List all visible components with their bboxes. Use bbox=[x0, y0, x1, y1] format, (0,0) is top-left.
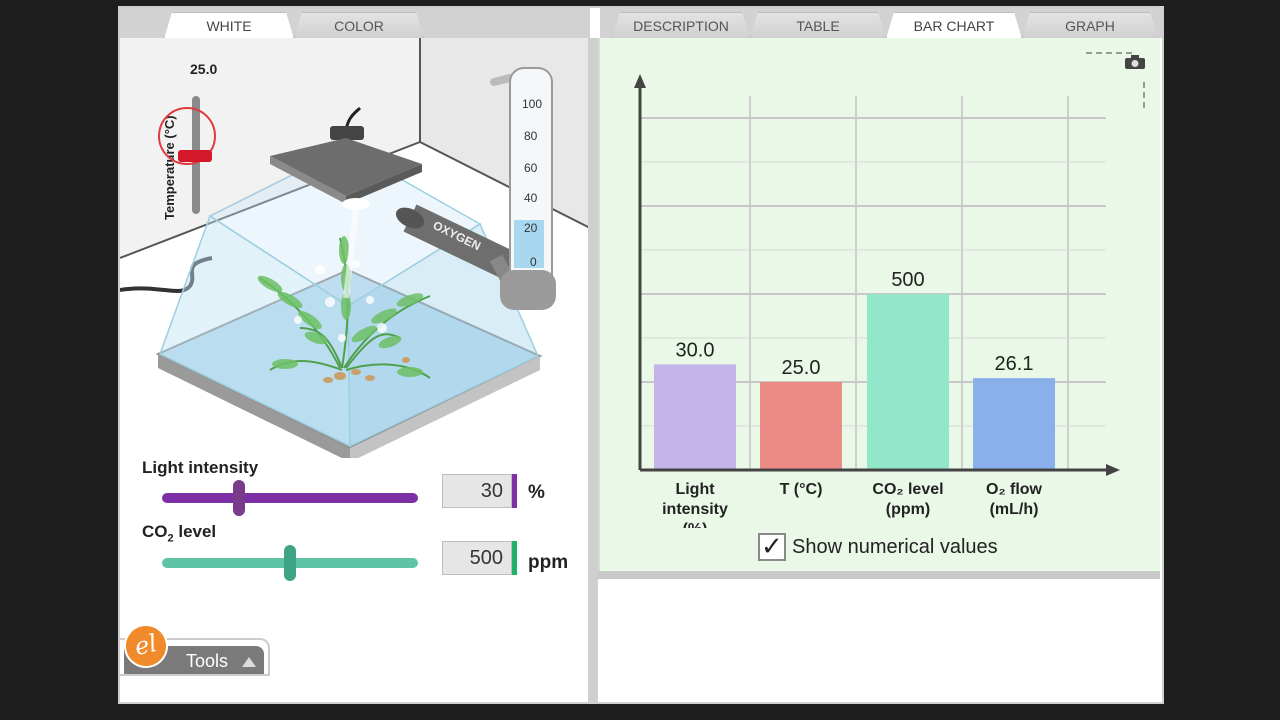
svg-text:20: 20 bbox=[524, 221, 538, 235]
temperature-thumb[interactable] bbox=[178, 150, 212, 162]
tab-white[interactable]: WHITE bbox=[164, 12, 294, 39]
light-intensity-value[interactable]: 30 bbox=[442, 474, 512, 508]
bar-chart-panel: 30.0 25.0 500 26.1 Light intensity (%) T (°C) C… bbox=[598, 38, 1160, 572]
category-label: Light bbox=[675, 481, 715, 498]
svg-text:0: 0 bbox=[530, 255, 537, 269]
simulation-scene: OXYGEN 100 80 60 40 20 0 25.0 Temperatur… bbox=[120, 38, 590, 458]
light-intensity-label: Light intensity bbox=[142, 458, 259, 477]
panel-shadow bbox=[598, 571, 1160, 579]
svg-text:40: 40 bbox=[524, 191, 538, 205]
co2-level-indicator bbox=[512, 541, 517, 575]
simulation-panel: OXYGEN 100 80 60 40 20 0 25.0 Temperatur… bbox=[120, 38, 590, 702]
co2-level-label: CO2 level bbox=[142, 522, 217, 545]
tab-color[interactable]: COLOR bbox=[294, 12, 424, 38]
caret-up-icon bbox=[242, 657, 256, 667]
category-label: (mL/h) bbox=[990, 501, 1039, 518]
category-label: T (°C) bbox=[780, 481, 823, 498]
svg-text:60: 60 bbox=[524, 161, 538, 175]
bar-chart: 30.0 25.0 500 26.1 Light intensity (%) T (°C) C… bbox=[634, 74, 1120, 528]
temperature-value: 25.0 bbox=[190, 61, 217, 77]
chart-value-labels: 30.0 25.0 500 26.1 bbox=[676, 269, 1034, 379]
chart-category-labels: Light intensity (%) T (°C) CO₂ level (ppm) O₂ … bbox=[662, 481, 1042, 528]
bar-value-label: 500 bbox=[891, 269, 924, 291]
light-intensity-thumb[interactable] bbox=[232, 480, 245, 516]
x-axis-arrow bbox=[1106, 464, 1120, 476]
category-label: CO₂ level bbox=[872, 481, 943, 498]
tools-label: Tools bbox=[186, 651, 229, 671]
check-icon: ✓ bbox=[761, 531, 783, 561]
bar-value-label: 26.1 bbox=[995, 353, 1034, 375]
tab-description[interactable]: DESCRIPTION bbox=[612, 12, 750, 38]
left-tab-bar: WHITE COLOR bbox=[120, 8, 590, 38]
co2-level-thumb[interactable] bbox=[284, 545, 296, 581]
category-label: intensity bbox=[662, 501, 728, 518]
category-label: (%) bbox=[683, 521, 708, 528]
category-label: O₂ flow bbox=[986, 481, 1043, 498]
panel-divider bbox=[588, 38, 598, 702]
y-axis-arrow bbox=[634, 74, 646, 88]
tab-table[interactable]: TABLE bbox=[750, 12, 886, 38]
right-tab-bar: DESCRIPTION TABLE BAR CHART GRAPH bbox=[600, 8, 1162, 39]
tab-graph[interactable]: GRAPH bbox=[1022, 12, 1158, 38]
checkbox-box[interactable]: ✓ bbox=[758, 531, 786, 561]
bar-value-label: 30.0 bbox=[676, 339, 715, 361]
bottom-empty-area bbox=[598, 579, 1160, 702]
bar bbox=[760, 382, 842, 470]
light-intensity-unit: % bbox=[528, 482, 545, 503]
svg-text:100: 100 bbox=[522, 97, 542, 111]
light-intensity-track[interactable] bbox=[162, 493, 418, 503]
show-values-label: Show numerical values bbox=[792, 535, 998, 558]
category-label: (ppm) bbox=[886, 501, 930, 518]
light-intensity-indicator bbox=[512, 474, 517, 508]
bar bbox=[867, 294, 949, 470]
svg-text:80: 80 bbox=[524, 129, 538, 143]
crop-guide bbox=[1086, 52, 1145, 112]
co2-level-value[interactable]: 500 bbox=[442, 541, 512, 575]
app-window: WHITE COLOR DESCRIPTION TABLE BAR CHART … bbox=[118, 6, 1164, 704]
tab-bar-chart[interactable]: BAR CHART bbox=[886, 12, 1022, 39]
show-values-checkbox[interactable]: ✓ Show numerical values bbox=[758, 531, 998, 561]
co2-level-unit: ppm bbox=[528, 552, 569, 573]
bar bbox=[654, 364, 736, 470]
bar-value-label: 25.0 bbox=[782, 357, 821, 379]
temperature-label: Temperature (°C) bbox=[162, 115, 177, 220]
bar bbox=[973, 378, 1055, 470]
